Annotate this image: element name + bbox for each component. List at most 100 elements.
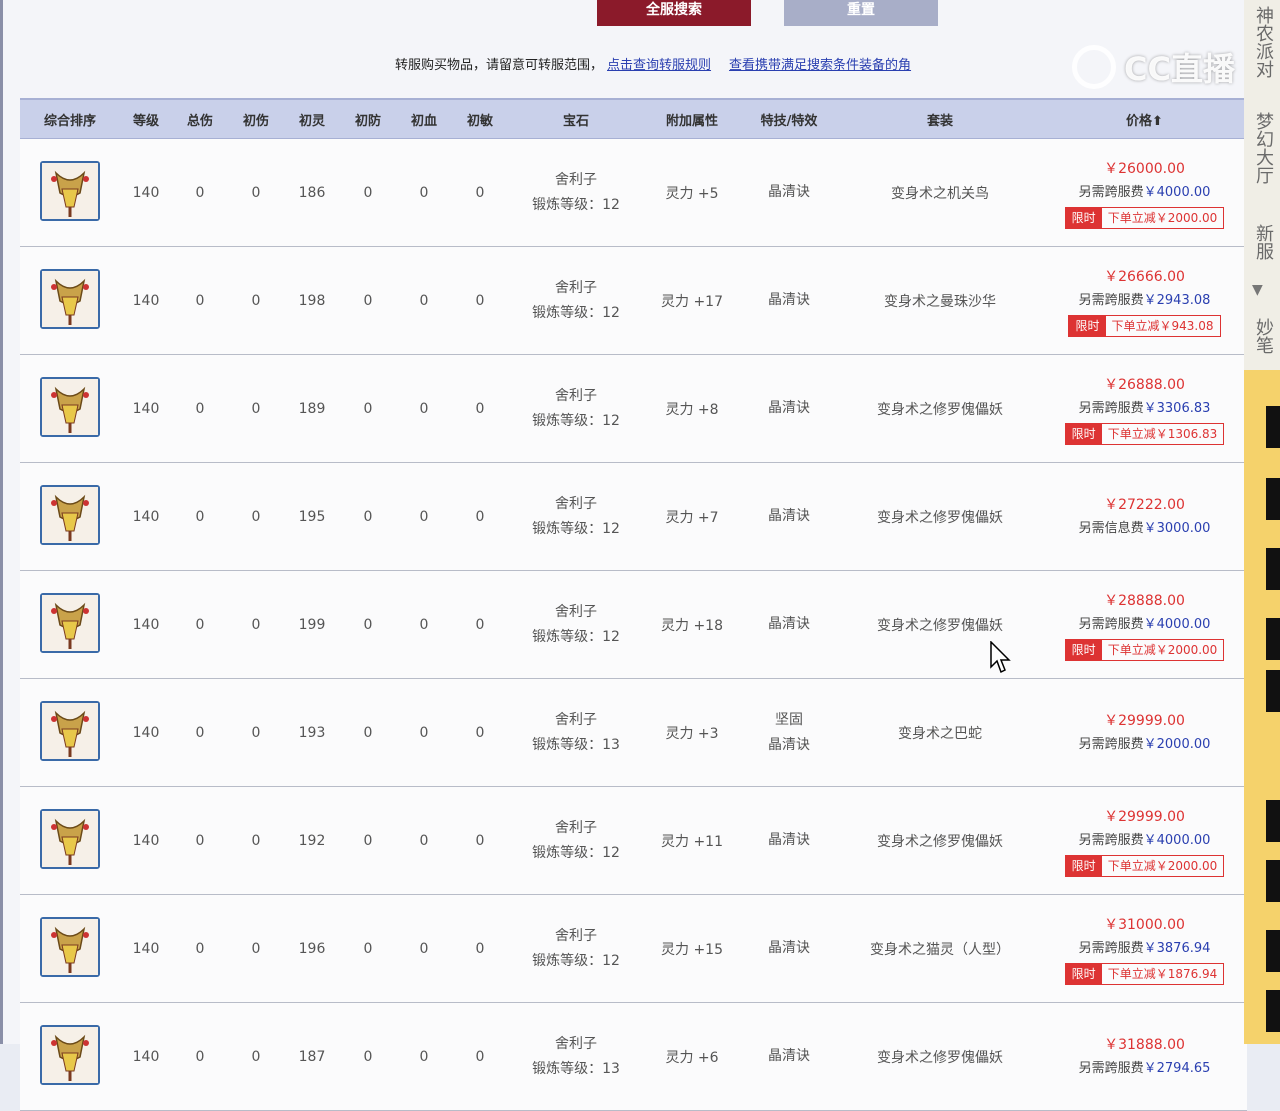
effect-label: 晶清诀 — [768, 292, 810, 308]
item-image-cell[interactable] — [20, 786, 120, 895]
column-header[interactable]: 综合排序 — [20, 98, 120, 139]
stat-cell: 0 — [396, 138, 452, 247]
stat-cell: 0 — [228, 138, 284, 247]
price-value: ￥27222.00 — [1104, 496, 1185, 513]
limited-tag: 限时 — [1069, 315, 1106, 336]
side-item[interactable]: 神农派对 — [1250, 6, 1276, 78]
reset-button[interactable]: 重置 — [784, 0, 938, 26]
column-header[interactable]: 宝石 — [508, 98, 644, 139]
stat-cell: 0 — [452, 354, 508, 463]
item-thumbnail-icon[interactable] — [40, 376, 100, 437]
table-row[interactable]: 140 0 0 193 0 0 0 舍利子 锻炼等级：13 灵力 +3 坚固 晶清诀 变身术之巴蛇 ￥29… — [20, 678, 1247, 787]
stat-cell: 0 — [228, 786, 284, 895]
item-thumbnail-icon[interactable] — [40, 916, 100, 977]
item-thumbnail-icon[interactable] — [40, 268, 100, 329]
price-value: ￥29999.00 — [1104, 712, 1185, 729]
transfer-rules-link[interactable]: 点击查询转服规则 — [607, 58, 711, 73]
fee-label: 另需跨服费 — [1078, 736, 1144, 752]
item-image-cell[interactable] — [20, 354, 120, 463]
overlay-strip — [1244, 370, 1280, 1044]
stat-cell: 140 — [120, 354, 172, 463]
item-thumbnail-icon[interactable] — [40, 160, 100, 221]
effects-cell: 晶清诀 — [740, 138, 838, 247]
extra-fee: 另需跨服费￥4000.00 — [1043, 181, 1246, 205]
stat-cell: 0 — [452, 462, 508, 571]
table-row[interactable]: 140 0 0 189 0 0 0 舍利子 锻炼等级：12 灵力 +8 晶清诀 变身术之修罗傀儡妖 ￥2… — [20, 354, 1247, 463]
extra-fee: 另需跨服费￥2943.08 — [1043, 289, 1246, 313]
item-thumbnail-icon[interactable] — [40, 592, 100, 653]
item-image-cell[interactable] — [20, 1002, 120, 1111]
gem-cell: 舍利子 锻炼等级：12 — [508, 138, 644, 247]
stat-cell: 0 — [228, 354, 284, 463]
effect-label: 晶清诀 — [768, 736, 810, 753]
column-header[interactable]: 套装 — [838, 98, 1042, 139]
column-header[interactable]: 等级 — [120, 98, 172, 139]
stat-cell: 0 — [228, 570, 284, 679]
table-header-row: 综合排序 等级 总伤 初伤 初灵 初防 初血 初敏 宝石 附加属性 特技/特效 套装 价格⬆ — [20, 98, 1247, 139]
table-row[interactable]: 140 0 0 187 0 0 0 舍利子 锻炼等级：13 灵力 +6 晶清诀 变身术之修罗傀儡妖 ￥3… — [20, 1002, 1247, 1111]
stat-cell: 140 — [120, 1002, 172, 1111]
column-header[interactable]: 总伤 — [172, 98, 228, 139]
item-thumbnail-icon[interactable] — [40, 700, 100, 761]
item-thumbnail-icon[interactable] — [40, 808, 100, 869]
side-panel: 神农派对 梦幻大厅 新服 ▼ 妙笔 — [1244, 0, 1280, 370]
column-header-label: 初敏 — [466, 113, 493, 129]
column-header-label: 附加属性 — [665, 113, 718, 129]
price-cell: ￥29999.00 另需跨服费￥2000.00 — [1042, 678, 1247, 787]
extra-attr-cell: 灵力 +5 — [644, 138, 740, 247]
column-header-label: 总伤 — [186, 113, 213, 129]
stat-cell: 0 — [452, 246, 508, 355]
effects-cell: 坚固 晶清诀 — [740, 678, 838, 787]
table-row[interactable]: 140 0 0 198 0 0 0 舍利子 锻炼等级：12 灵力 +17 晶清诀 变身术之曼珠沙华 ￥2… — [20, 246, 1247, 355]
side-item[interactable]: 新服 — [1250, 224, 1276, 260]
stat-cell: 0 — [452, 138, 508, 247]
column-header[interactable]: 初敏 — [452, 98, 508, 139]
price-value: ￥31000.00 — [1104, 916, 1185, 933]
item-thumbnail-icon[interactable] — [40, 484, 100, 545]
item-image-cell[interactable] — [20, 462, 120, 571]
stat-cell: 0 — [172, 138, 228, 247]
item-image-cell[interactable] — [20, 894, 120, 1003]
side-item[interactable]: 妙笔 — [1250, 318, 1276, 354]
extra-attr-cell: 灵力 +11 — [644, 786, 740, 895]
sort-arrow-icon[interactable]: ⬆ — [1152, 114, 1163, 129]
table-row[interactable]: 140 0 0 199 0 0 0 舍利子 锻炼等级：12 灵力 +18 晶清诀 变身术之修罗傀儡妖 ￥… — [20, 570, 1247, 679]
carried-equipment-link[interactable]: 查看携带满足搜索条件装备的角 — [729, 58, 911, 73]
column-header[interactable]: 初血 — [396, 98, 452, 139]
item-thumbnail-icon[interactable] — [40, 1024, 100, 1085]
forge-level: 锻炼等级：12 — [532, 628, 620, 645]
chevron-down-icon[interactable]: ▼ — [1252, 282, 1263, 298]
column-header[interactable]: 初灵 — [284, 98, 340, 139]
gem-cell: 舍利子 锻炼等级：12 — [508, 354, 644, 463]
table-row[interactable]: 140 0 0 196 0 0 0 舍利子 锻炼等级：12 灵力 +15 晶清诀 变身术之猫灵（人型）… — [20, 894, 1247, 1003]
fee-amount: ￥3876.94 — [1143, 940, 1211, 956]
side-item[interactable]: 梦幻大厅 — [1250, 112, 1276, 184]
stat-cell: 0 — [172, 354, 228, 463]
fee-label: 另需跨服费 — [1078, 292, 1144, 308]
stat-cell: 187 — [284, 1002, 340, 1111]
stat-cell: 0 — [172, 678, 228, 787]
stat-cell: 140 — [120, 138, 172, 247]
item-image-cell[interactable] — [20, 570, 120, 679]
limited-tag: 限时 — [1065, 855, 1102, 876]
item-image-cell[interactable] — [20, 246, 120, 355]
effects-cell: 晶清诀 — [740, 354, 838, 463]
column-header[interactable]: 特技/特效 — [740, 98, 838, 139]
column-header[interactable]: 附加属性 — [644, 98, 740, 139]
stat-cell: 199 — [284, 570, 340, 679]
extra-fee: 另需跨服费￥3306.83 — [1043, 397, 1246, 421]
item-image-cell[interactable] — [20, 138, 120, 247]
table-row[interactable]: 140 0 0 186 0 0 0 舍利子 锻炼等级：12 灵力 +5 晶清诀 变身术之机关鸟 ￥260… — [20, 138, 1247, 247]
table-row[interactable]: 140 0 0 195 0 0 0 舍利子 锻炼等级：12 灵力 +7 晶清诀 变身术之修罗傀儡妖 ￥2… — [20, 462, 1247, 571]
column-header[interactable]: 价格⬆ — [1042, 98, 1247, 139]
limited-offer-badge: 限时 下单立减￥2000.00 — [1064, 638, 1225, 661]
search-all-servers-button[interactable]: 全服搜索 — [597, 0, 751, 26]
price-value: ￥29999.00 — [1104, 808, 1185, 825]
stat-cell: 0 — [340, 570, 396, 679]
effect-label: 晶清诀 — [768, 1048, 810, 1064]
column-header[interactable]: 初防 — [340, 98, 396, 139]
column-header[interactable]: 初伤 — [228, 98, 284, 139]
item-image-cell[interactable] — [20, 678, 120, 787]
set-cell: 变身术之机关鸟 — [838, 138, 1042, 247]
table-row[interactable]: 140 0 0 192 0 0 0 舍利子 锻炼等级：12 灵力 +11 晶清诀 变身术之修罗傀儡妖 ￥… — [20, 786, 1247, 895]
